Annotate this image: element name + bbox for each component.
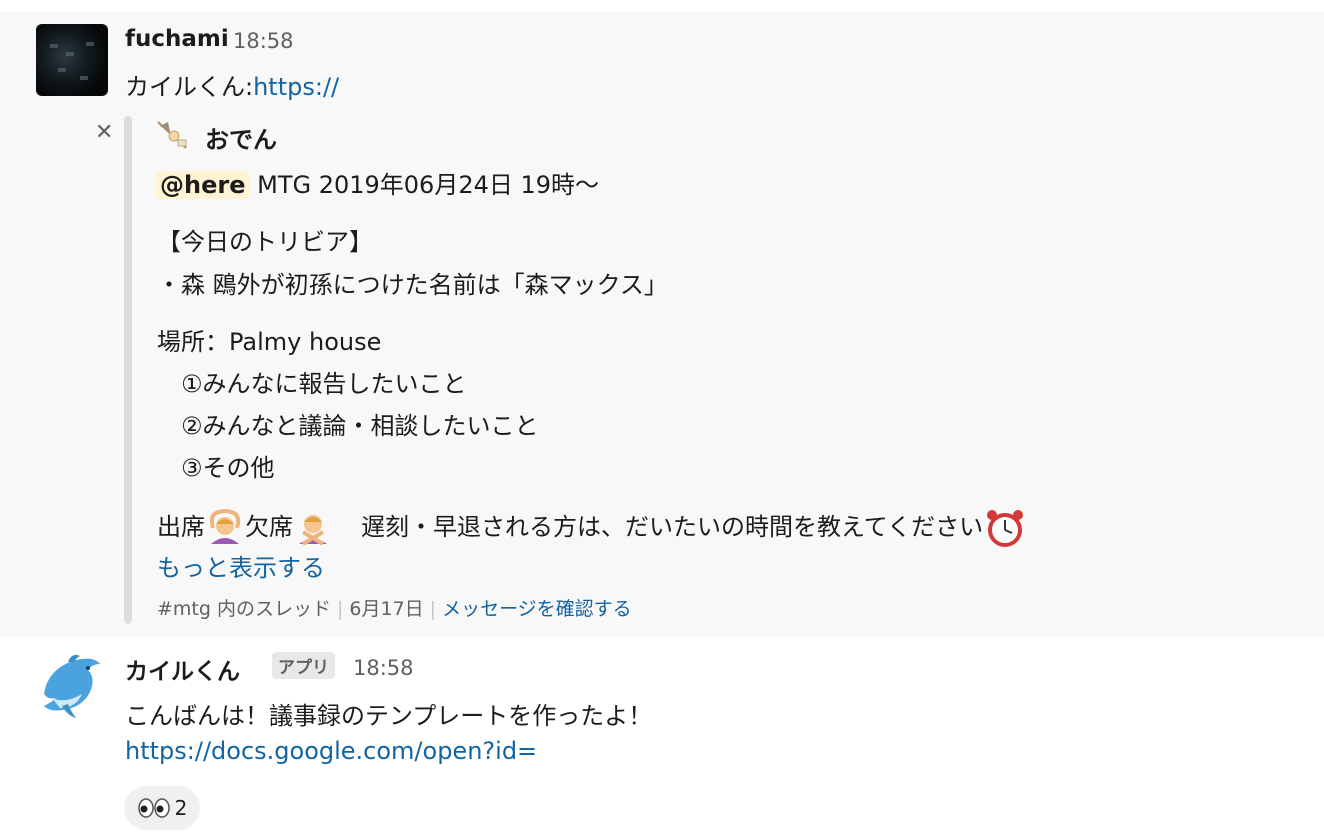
message-text-prefix: カイルくん: — [125, 73, 254, 101]
bot-timestamp[interactable]: 18:58 — [353, 656, 414, 680]
bot-username[interactable]: カイルくん — [125, 652, 240, 686]
trivia-line: ・森 鴎外が初孫につけた名前は「森マックス」 — [157, 271, 668, 299]
message-text: カイルくん:https:// — [125, 67, 339, 102]
close-icon[interactable]: ✕ — [95, 120, 113, 145]
agenda-item-3: ③その他 — [181, 454, 275, 482]
trivia-heading: 【今日のトリビア】 — [157, 228, 373, 256]
message-link[interactable]: https:// — [253, 73, 339, 101]
alarm-clock-icon — [987, 510, 1024, 547]
place-line: 場所：Palmy house — [157, 328, 382, 356]
top-strip — [0, 0, 1324, 12]
mtg-text: MTG 2019年06月24日 19時〜 — [249, 171, 600, 199]
agenda-item-2: ②みんなと議論・相談したいこと — [181, 412, 539, 440]
username[interactable]: fuchami — [125, 26, 229, 52]
dolphin-avatar-icon[interactable] — [38, 650, 106, 720]
attachment-footer: #mtg 内のスレッド | 6月17日 | メッセージを確認する — [157, 598, 632, 620]
reaction-count: 2 — [174, 796, 188, 820]
agenda-item-1: ①みんなに報告したいこと — [181, 370, 467, 398]
view-message-link[interactable]: メッセージを確認する — [442, 598, 632, 620]
oden-icon — [157, 121, 187, 149]
reaction-eyes[interactable]: 2 — [124, 786, 200, 830]
thread-info[interactable]: #mtg 内のスレッド — [157, 598, 331, 620]
app-badge: アプリ — [272, 652, 335, 679]
show-more-link[interactable]: もっと表示する — [157, 548, 325, 583]
attendance-note: 遅刻・早退される方は、だいたいの時間を教えてください — [361, 513, 984, 541]
no-good-woman-icon — [299, 515, 327, 546]
attendance-present: 出席 — [157, 513, 205, 541]
timestamp[interactable]: 18:58 — [233, 29, 294, 53]
here-mention[interactable]: @here — [156, 171, 250, 199]
eyes-icon — [137, 798, 170, 818]
ok-woman-icon — [209, 509, 241, 544]
attachment-bar — [124, 116, 132, 624]
bot-message-text: こんばんは！議事録のテンプレートを作ったよ！ — [125, 702, 653, 730]
attendance-absent: 欠席 — [245, 513, 293, 541]
attendance-line: 出席 欠席 遅刻・早退される方は、だいたいの時間を教えてください — [157, 506, 1027, 550]
mtg-line: @here MTG 2019年06月24日 19時〜 — [156, 165, 599, 200]
avatar[interactable] — [36, 24, 108, 96]
attachment-date[interactable]: 6月17日 — [349, 598, 423, 620]
bot-message-link[interactable]: https://docs.google.com/open?id= — [125, 737, 537, 765]
attachment-title: おでん — [205, 126, 277, 154]
